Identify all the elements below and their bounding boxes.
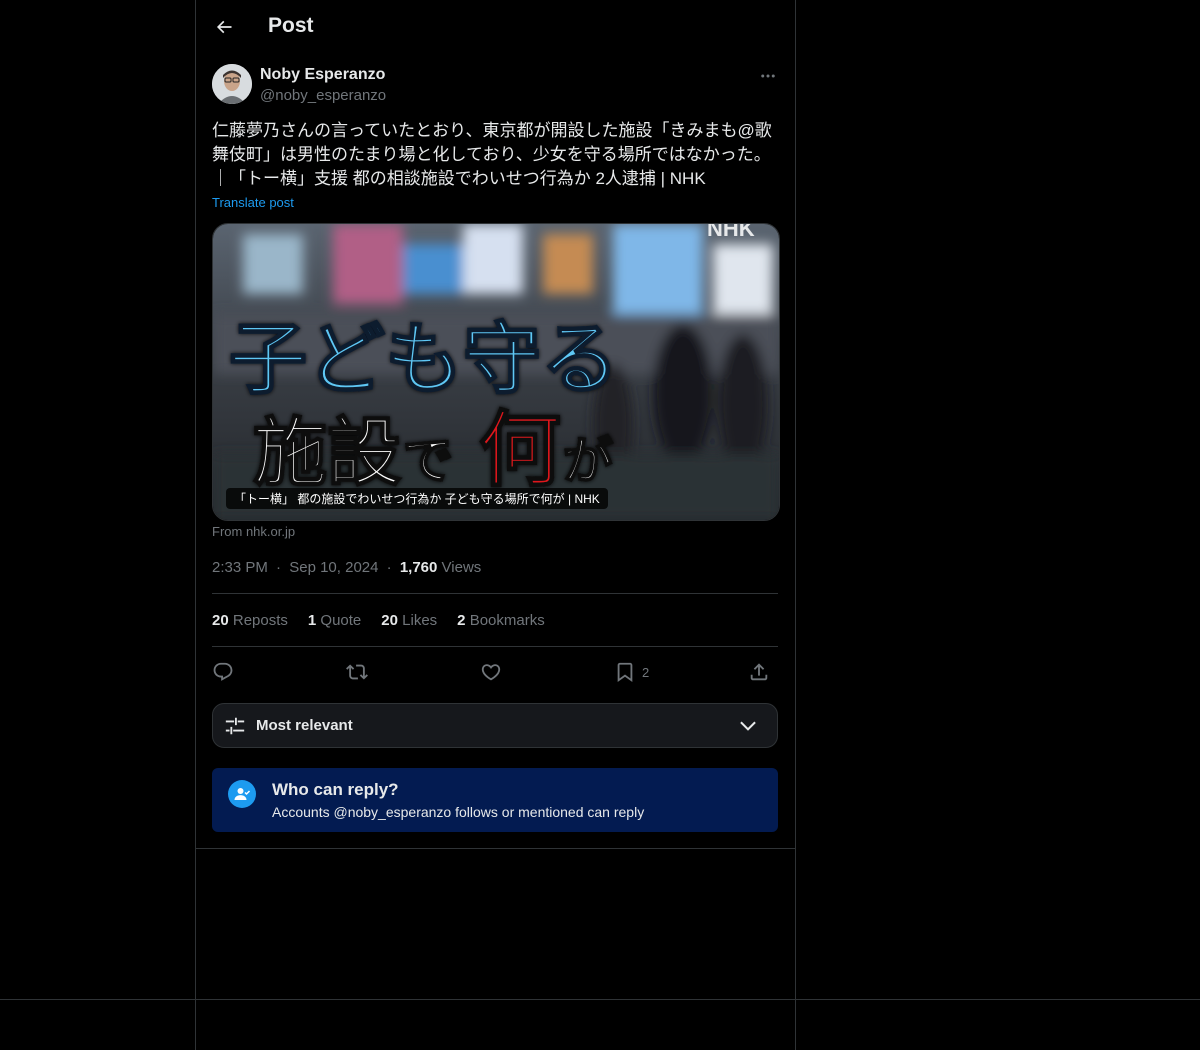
page-title: Post — [268, 14, 314, 37]
sort-replies-dropdown[interactable]: Most relevant — [212, 703, 778, 748]
quote-label: Quote — [320, 612, 362, 629]
repost-icon — [346, 664, 368, 680]
more-options-button[interactable] — [758, 66, 778, 86]
share-button[interactable] — [748, 657, 770, 687]
divider — [212, 646, 778, 647]
author-handle[interactable]: @noby_esperanzo — [260, 87, 386, 104]
link-card-caption: 「トー横」 都の施設でわいせつ行為か 子ども守る場所で何が | NHK — [226, 488, 608, 509]
card-watermark: NHK — [707, 224, 755, 241]
like-button[interactable] — [480, 657, 502, 687]
card-overlay-line2a: 施設 — [253, 410, 401, 496]
who-can-reply-notice: Who can reply? Accounts @noby_esperanzo … — [212, 768, 778, 832]
who-can-reply-title: Who can reply? — [272, 780, 399, 799]
reposts-label: Reposts — [232, 612, 288, 629]
post-meta: 2:33 PM · Sep 10, 2024 · 1,760 Views — [212, 559, 481, 576]
share-icon — [750, 663, 768, 681]
link-card[interactable]: NHK 子ども守る 施設 で 何 が 「トー横」 都の施設でわいせつ行為か 子ど… — [212, 223, 780, 521]
views-count: 1,760 — [399, 559, 438, 576]
arrow-left-icon — [216, 20, 232, 34]
card-overlay-line2c: 何 — [479, 402, 561, 498]
divider — [212, 593, 778, 594]
card-overlay-line1: 子ども守る — [229, 314, 619, 405]
post-text-line: 舞伎町」は男性のたまり場と化しており、少女を守る場所ではなかった。 — [212, 145, 771, 164]
reposts-stat[interactable]: 20 Reposts — [212, 612, 288, 629]
bookmark-count: 2 — [642, 664, 650, 680]
author-name[interactable]: Noby Esperanzo — [260, 66, 385, 84]
who-can-reply-subtitle: Accounts @noby_esperanzo follows or ment… — [272, 804, 645, 820]
post-date[interactable]: Sep 10, 2024 — [289, 559, 378, 576]
more-horizontal-icon — [761, 74, 775, 78]
reposts-count: 20 — [212, 612, 229, 629]
avatar[interactable] — [212, 64, 252, 104]
post-stats: 20 Reposts 1 Quote 20 Likes 2 Bookmarks — [212, 612, 545, 629]
meta-separator: · — [276, 559, 282, 576]
card-overlay-line2d: が — [563, 431, 613, 490]
action-bar: 2 — [212, 657, 778, 687]
bookmarks-stat[interactable]: 2 Bookmarks — [457, 612, 545, 629]
chevron-down-icon — [740, 721, 756, 731]
divider — [196, 848, 795, 849]
views-label: Views — [441, 559, 482, 576]
translate-post-link[interactable]: Translate post — [212, 195, 294, 210]
link-card-source[interactable]: From nhk.or.jp — [212, 524, 295, 539]
divider — [0, 999, 1200, 1000]
reply-icon — [213, 662, 233, 681]
quote-count: 1 — [307, 612, 317, 629]
reply-button[interactable] — [212, 657, 234, 687]
user-check-icon — [228, 780, 256, 808]
avatar-image — [212, 64, 252, 104]
bookmark-icon — [617, 662, 633, 683]
bookmarks-label: Bookmarks — [469, 612, 545, 629]
post-text: 仁藤夢乃さんの言っていたとおり、東京都が開設した施設「きみまも@歌 舞伎町」は男… — [212, 119, 778, 191]
quote-stat[interactable]: 1 Quote — [308, 612, 361, 629]
repost-button[interactable] — [346, 657, 368, 687]
heart-icon — [481, 664, 501, 681]
back-button[interactable] — [210, 13, 238, 41]
likes-count: 20 — [381, 612, 398, 629]
post-text-line: 仁藤夢乃さんの言っていたとおり、東京都が開設した施設「きみまも@歌 — [212, 121, 772, 140]
main-column: Post Noby Esperanzo @noby_esperanzo 仁藤夢乃… — [195, 0, 796, 1050]
post-time[interactable]: 2:33 PM — [212, 559, 268, 576]
likes-stat[interactable]: 20 Likes — [381, 612, 437, 629]
post-text-link-line: ｜「トー横」支援 都の相談施設でわいせつ行為か 2人逮捕 | NHK — [212, 169, 706, 188]
card-overlay-line2b: で — [403, 431, 453, 490]
likes-label: Likes — [402, 612, 438, 629]
sliders-icon — [225, 717, 245, 735]
page-header: Post — [196, 0, 795, 54]
meta-separator: · — [386, 559, 392, 576]
sort-label: Most relevant — [256, 717, 353, 734]
bookmark-button[interactable]: 2 — [614, 657, 649, 687]
link-card-image: NHK 子ども守る 施設 で 何 が — [213, 224, 779, 520]
bookmarks-count: 2 — [457, 612, 466, 629]
